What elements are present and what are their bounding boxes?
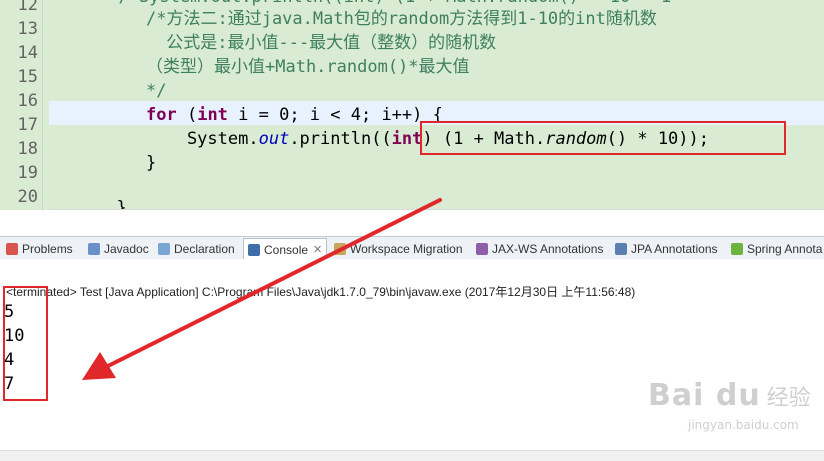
tab-workspace-migration[interactable]: Workspace Migration — [334, 239, 463, 258]
keyword: int — [197, 105, 228, 125]
tab-label: Console — [264, 242, 309, 257]
tab-label: JPA Annotations — [631, 241, 718, 256]
code-line-20: } — [96, 198, 127, 210]
code-highlight-box — [420, 121, 786, 155]
spring-icon — [731, 242, 743, 255]
problems-icon — [6, 242, 18, 255]
baidu-watermark-logo: Bai du 经验 jingyan.baidu.com — [648, 378, 811, 432]
migration-icon — [334, 242, 346, 255]
line-number: 19 — [17, 163, 38, 183]
console-horizontal-scrollbar[interactable] — [0, 450, 824, 461]
tab-declaration[interactable]: Declaration — [158, 239, 235, 258]
jpa-icon — [615, 242, 627, 255]
views-tab-bar: Problems Javadoc Declaration Console ✕ W… — [0, 236, 824, 260]
keyword: for — [146, 105, 177, 125]
editor-horizontal-scrollbar[interactable]: ◀ ||| ▶ — [49, 209, 824, 210]
jaxws-icon — [476, 242, 488, 255]
code-line-13: 公式是:最小值---最大值（整数）的随机数 — [156, 33, 497, 53]
keyword: int — [391, 129, 423, 149]
tab-console[interactable]: Console ✕ — [243, 238, 328, 260]
line-number: 20 — [17, 187, 38, 207]
line-number: 16 — [17, 91, 38, 111]
tab-jpa-annotations[interactable]: JPA Annotations — [615, 239, 718, 258]
code-line-16: for (int i = 0; i < 4; i++) { — [146, 103, 443, 127]
tab-label: Spring Annota — [747, 241, 823, 256]
tab-label: JAX-WS Annotations — [492, 241, 604, 256]
code-line-15: */ — [146, 81, 167, 101]
declaration-icon — [158, 242, 170, 255]
console-icon — [248, 243, 260, 256]
code-token: ( — [176, 105, 198, 125]
line-number: 13 — [17, 19, 38, 39]
output-highlight-box — [3, 286, 48, 401]
tab-jax-ws-annotations[interactable]: JAX-WS Annotations — [476, 239, 603, 258]
line-number: 18 — [17, 139, 38, 159]
tab-label: Javadoc — [104, 241, 149, 256]
console-status-header: <terminated> Test [Java Application] C:\… — [6, 285, 636, 299]
tab-problems[interactable]: Problems — [6, 239, 73, 258]
javadoc-icon — [88, 242, 100, 255]
tab-spring-annotations[interactable]: Spring Annota — [731, 239, 822, 258]
line-number: 14 — [17, 43, 38, 63]
code-token: System. — [146, 129, 259, 149]
code-token: .println(( — [289, 129, 392, 149]
line-number: 17 — [17, 115, 38, 135]
watermark-brand: Bai du — [648, 378, 761, 413]
code-editor[interactable]: 12 13 14 15 16 17 18 19 20 /*System.out.… — [0, 0, 824, 210]
line-number: 15 — [17, 67, 38, 87]
tab-label: Workspace Migration — [350, 241, 463, 256]
tab-label: Declaration — [174, 241, 235, 256]
watermark-url: jingyan.baidu.com — [688, 418, 799, 432]
field-out: out — [258, 129, 290, 149]
line-number-gutter: 12 13 14 15 16 17 18 19 20 — [0, 0, 43, 210]
line-number: 12 — [17, 0, 38, 15]
code-line-18: } — [146, 153, 157, 173]
code-token: i = 0; i < 4; i++) { — [227, 105, 443, 125]
close-icon[interactable]: ✕ — [313, 243, 322, 256]
code-line-14: （类型）最小值+Math.random()*最大值 — [146, 57, 470, 77]
tab-label: Problems — [22, 241, 73, 256]
tab-javadoc[interactable]: Javadoc — [88, 239, 149, 258]
watermark-sub: 经验 — [766, 386, 811, 411]
code-line-12: /*方法二:通过java.Math包的random方法得到1-10的int随机数 — [146, 9, 657, 29]
